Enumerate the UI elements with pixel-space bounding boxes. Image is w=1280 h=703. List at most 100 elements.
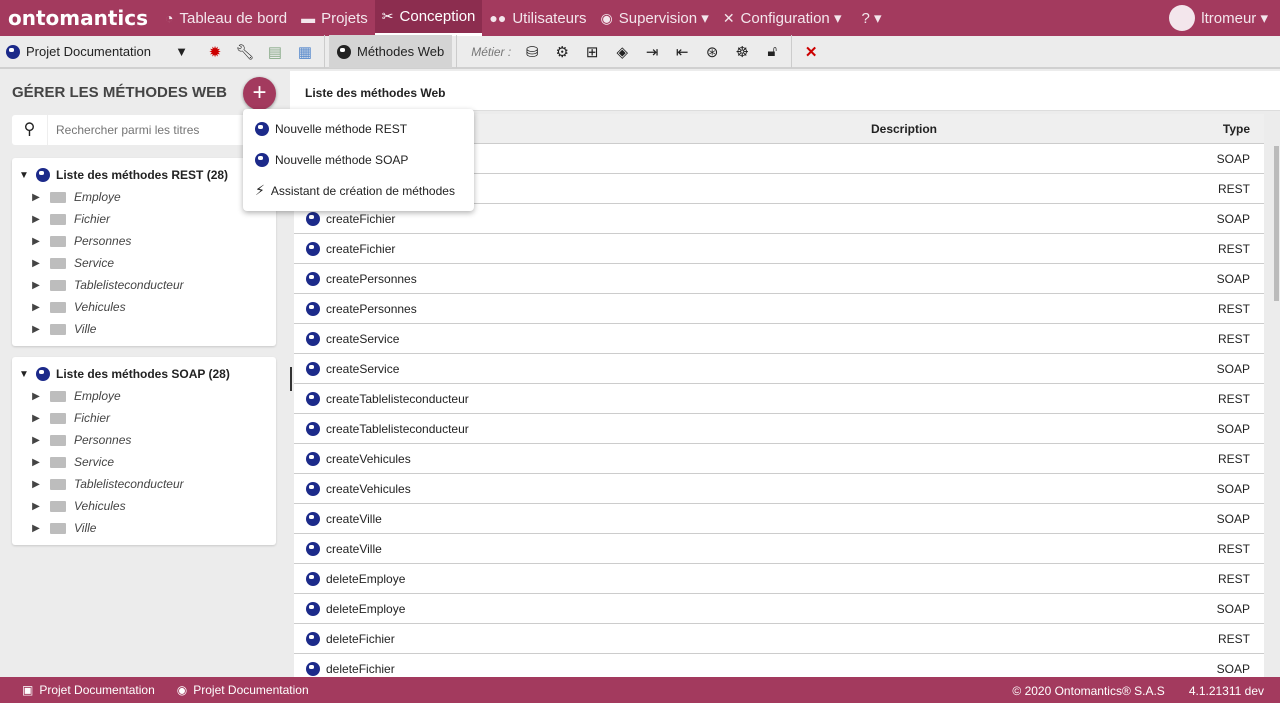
method-name: createVille (326, 541, 382, 556)
scrollbar[interactable] (1274, 146, 1279, 301)
caret-right-icon[interactable]: ▶ (30, 192, 42, 203)
tree-root-soap[interactable]: ▼ Liste des méthodes SOAP (28) (12, 363, 276, 385)
caret-right-icon[interactable]: ▶ (30, 258, 42, 269)
tree-root-rest[interactable]: ▼ Liste des méthodes REST (28) (12, 164, 276, 186)
breadcrumb-item[interactable]: Liste des méthodes Web (305, 86, 445, 100)
search-input[interactable] (48, 123, 276, 137)
table-row[interactable]: deleteEmploye REST (294, 564, 1264, 594)
menu-item-wizard[interactable]: ⚡︎ Assistant de création de méthodes (243, 175, 474, 206)
caret-right-icon[interactable]: ▶ (30, 479, 42, 490)
globe-icon (36, 168, 50, 182)
tree-folder[interactable]: ▶ Service (12, 252, 276, 274)
nav-item[interactable]: ? ▾ (848, 0, 888, 36)
caret-down-icon[interactable]: ▼ (18, 369, 30, 380)
caret-right-icon[interactable]: ▶ (30, 324, 42, 335)
caret-right-icon[interactable]: ▶ (30, 302, 42, 313)
folder-label: Personnes (74, 234, 132, 248)
close-icon[interactable]: ✕ (800, 43, 822, 61)
table-row[interactable]: createPersonnes SOAP (294, 264, 1264, 294)
user-menu[interactable]: ltromeur ▾ (1169, 0, 1268, 36)
database-table-icon[interactable]: ▦ (294, 43, 316, 61)
tree-folder[interactable]: ▶ Ville (12, 318, 276, 340)
folder-label: Service (74, 455, 115, 469)
table-row[interactable]: createFichier REST (294, 234, 1264, 264)
footer-crumb-1[interactable]: ▣ Projet Documentation (0, 683, 155, 697)
nav-item[interactable]: ▬ Projets (294, 0, 375, 36)
table-row[interactable]: createVille SOAP (294, 504, 1264, 534)
table-row[interactable]: createService REST (294, 324, 1264, 354)
nav-item[interactable]: ◔ Tableau de bord (158, 0, 294, 36)
caret-right-icon[interactable]: ▶ (30, 236, 42, 247)
tree-folder[interactable]: ▶ Tablelisteconducteur (12, 274, 276, 296)
splitter-handle[interactable] (290, 367, 292, 391)
tree-folder[interactable]: ▶ Vehicules (12, 495, 276, 517)
caret-right-icon[interactable]: ▶ (30, 391, 42, 402)
database-icon[interactable]: ⛁ (521, 43, 543, 61)
cube-icon[interactable]: ◈ (611, 43, 633, 61)
table-row[interactable]: createTablelisteconducteur REST (294, 384, 1264, 414)
add-button[interactable]: + (243, 77, 276, 110)
file-export-icon[interactable]: ⇥ (641, 43, 663, 61)
search-icon[interactable]: ⚲ (12, 115, 48, 145)
divider (324, 35, 325, 68)
table-row[interactable]: createService SOAP (294, 354, 1264, 384)
nav-item[interactable]: ●● Utilisateurs (482, 0, 593, 36)
table-row[interactable]: createVehicules SOAP (294, 474, 1264, 504)
users-gear-icon[interactable]: ☸ (731, 43, 753, 61)
table-row[interactable]: deleteFichier REST (294, 624, 1264, 654)
gears-icon[interactable]: ⚙ (551, 43, 573, 61)
caret-right-icon[interactable]: ▶ (30, 523, 42, 534)
tree-folder[interactable]: ▶ Service (12, 451, 276, 473)
nav-item[interactable]: ◉ Supervision ▾ (594, 0, 716, 36)
footer-crumb-label: Projet Documentation (39, 683, 155, 697)
logo[interactable]: ontomantics (0, 6, 158, 30)
menu-item-new-soap[interactable]: Nouvelle méthode SOAP (243, 144, 474, 175)
table-row[interactable]: createTablelisteconducteur SOAP (294, 414, 1264, 444)
soap-tree: ▼ Liste des méthodes SOAP (28) ▶ Employe ▶ Fi… (12, 357, 276, 545)
caret-right-icon[interactable]: ▶ (30, 457, 42, 468)
caret-right-icon[interactable]: ▶ (30, 435, 42, 446)
tree-folder[interactable]: ▶ Ville (12, 517, 276, 539)
menu-item-new-rest[interactable]: Nouvelle méthode REST (243, 113, 474, 144)
tree-folder[interactable]: ▶ Personnes (12, 429, 276, 451)
wrench-icon[interactable]: 🔧︎ (234, 43, 256, 61)
tree-folder[interactable]: ▶ Tablelisteconducteur (12, 473, 276, 495)
nav-item[interactable]: ✕ Configuration ▾ (716, 0, 849, 36)
tree-folder[interactable]: ▶ Fichier (12, 208, 276, 230)
project-select[interactable]: Projet Documentation ▼ (0, 44, 200, 59)
tree-folder[interactable]: ▶ Employe (12, 385, 276, 407)
globe-icon (306, 331, 320, 346)
footer-crumb-2[interactable]: ◉ Projet Documentation (155, 683, 309, 697)
version: 4.1.21311 dev (1188, 684, 1264, 698)
tree-folder[interactable]: ▶ Personnes (12, 230, 276, 252)
table-icon[interactable]: ⊞ (581, 43, 603, 61)
method-type: REST (1217, 451, 1250, 466)
table-row[interactable]: createVille REST (294, 534, 1264, 564)
unlock-icon[interactable]: 🔓︎ (761, 43, 783, 60)
caret-right-icon[interactable]: ▶ (30, 280, 42, 291)
nav-item[interactable]: ✂ Conception (374, 0, 483, 36)
avatar (1169, 5, 1196, 31)
tree-folder[interactable]: ▶ Fichier (12, 407, 276, 429)
table-row[interactable]: createVehicules REST (294, 444, 1264, 474)
caret-right-icon[interactable]: ▶ (30, 501, 42, 512)
bug-icon[interactable]: ✹ (204, 43, 226, 61)
tab-methodes-web[interactable]: Méthodes Web (329, 35, 453, 68)
caret-down-icon[interactable]: ▼ (18, 170, 30, 181)
column-type[interactable]: Type (1184, 122, 1264, 136)
file-import-icon[interactable]: ⇤ (671, 43, 693, 61)
method-type: SOAP (1216, 271, 1250, 286)
folder-label: Tablelisteconducteur (74, 477, 184, 491)
caret-right-icon[interactable]: ▶ (30, 413, 42, 424)
table-row[interactable]: deleteEmploye SOAP (294, 594, 1264, 624)
globe-icon (306, 241, 320, 256)
globe-gear-icon[interactable]: ⊛ (701, 43, 723, 61)
caret-right-icon[interactable]: ▶ (30, 214, 42, 225)
tree-folder[interactable]: ▶ Employe (12, 186, 276, 208)
column-description[interactable]: Description (624, 122, 1184, 136)
table-row[interactable]: createPersonnes REST (294, 294, 1264, 324)
tree-folder[interactable]: ▶ Vehicules (12, 296, 276, 318)
method-type: REST (1217, 631, 1250, 646)
document-icon[interactable]: ▤ (264, 43, 286, 61)
globe-icon (306, 601, 320, 616)
